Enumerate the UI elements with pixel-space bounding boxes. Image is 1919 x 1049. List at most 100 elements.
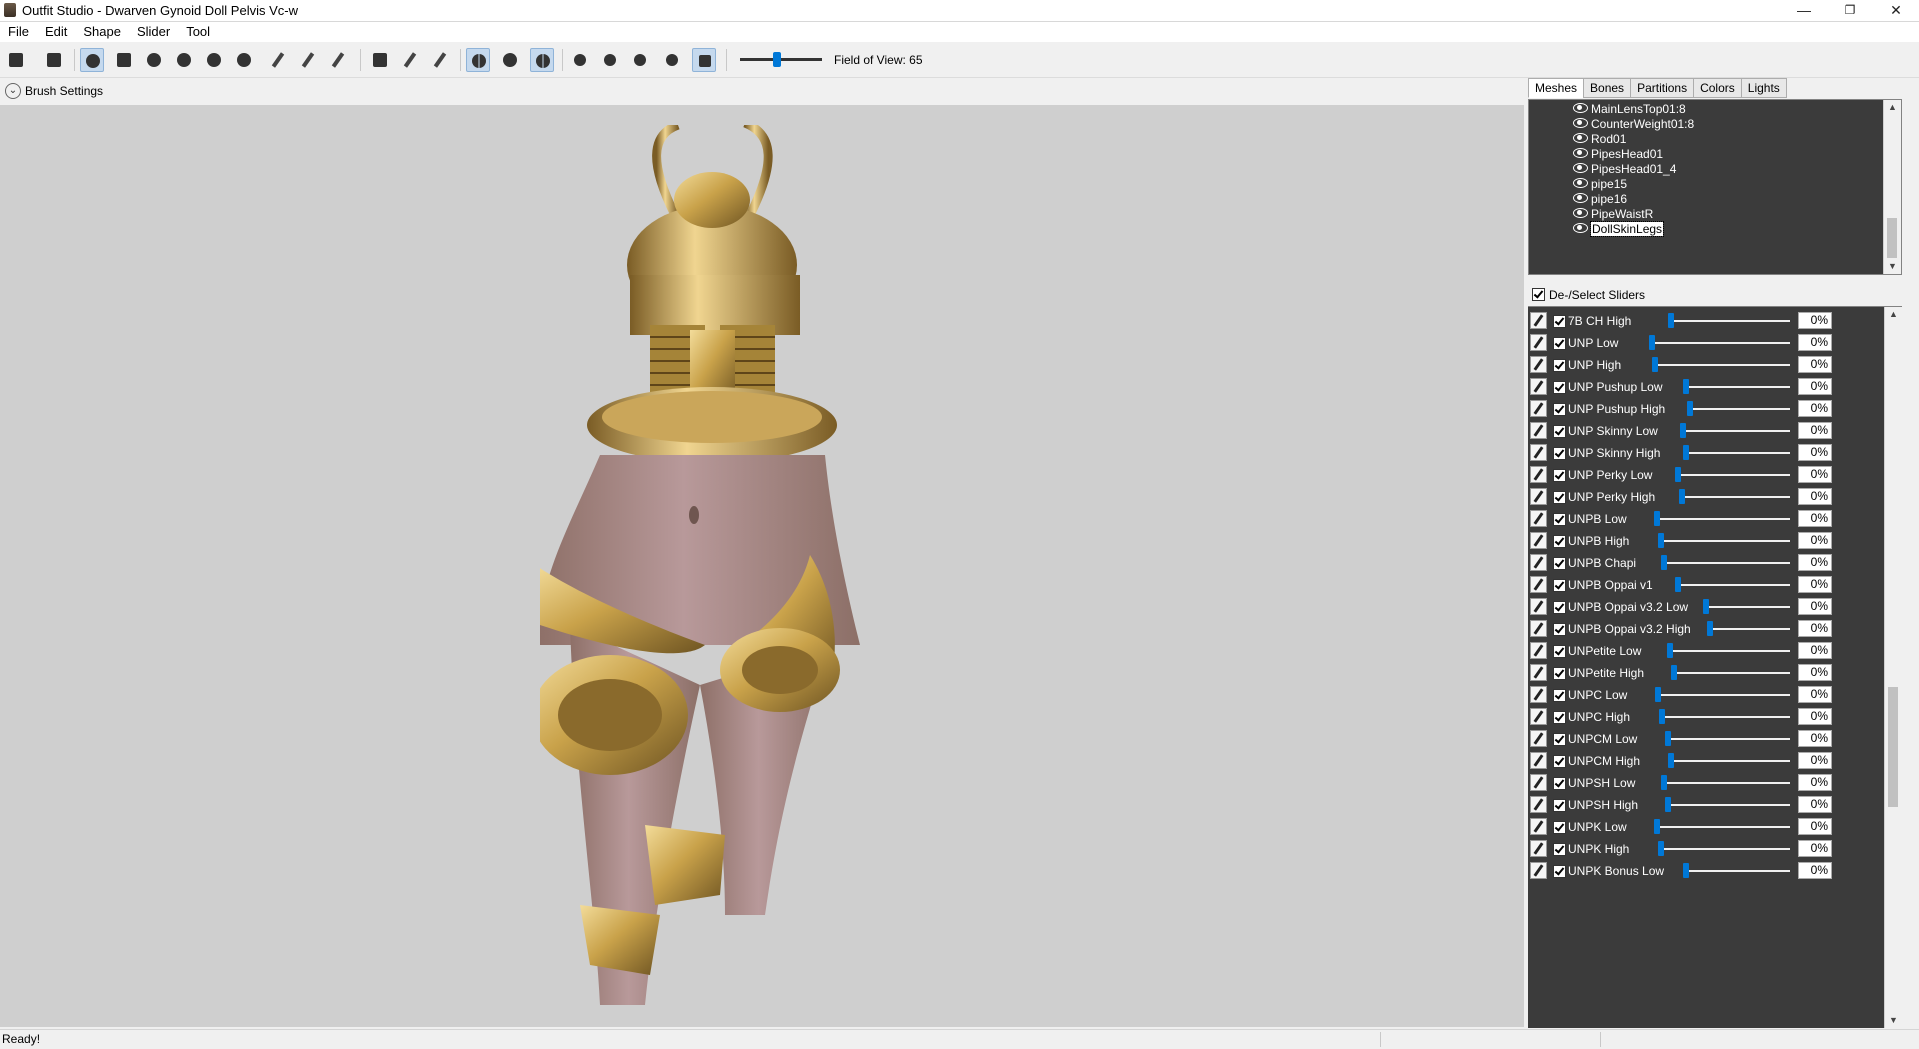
eye-icon[interactable] — [1573, 133, 1588, 143]
slider-thumb[interactable] — [1668, 313, 1674, 328]
slider-thumb[interactable] — [1658, 841, 1664, 856]
slider-track[interactable] — [1686, 870, 1790, 872]
slider-checkbox[interactable] — [1553, 601, 1566, 614]
edit-slider-icon[interactable] — [1530, 598, 1547, 615]
slider-value-field[interactable]: 0% — [1798, 576, 1832, 593]
fov-slider-track[interactable] — [740, 58, 822, 61]
slider-track[interactable] — [1706, 606, 1790, 608]
pin-tool-icon[interactable] — [398, 48, 422, 72]
slider-thumb[interactable] — [1683, 863, 1689, 878]
slider-checkbox[interactable] — [1553, 777, 1566, 790]
edit-slider-icon[interactable] — [1530, 576, 1547, 593]
edit-slider-icon[interactable] — [1530, 378, 1547, 395]
edit-slider-icon[interactable] — [1530, 818, 1547, 835]
slider-thumb[interactable] — [1649, 335, 1655, 350]
slider-value-field[interactable]: 0% — [1798, 664, 1832, 681]
global-brush-icon[interactable] — [530, 48, 554, 72]
eye-icon[interactable] — [1573, 223, 1588, 233]
slider-checkbox[interactable] — [1553, 755, 1566, 768]
slider-track[interactable] — [1664, 782, 1790, 784]
slider-checkbox[interactable] — [1553, 733, 1566, 746]
brush-settings-label[interactable]: Brush Settings — [25, 84, 103, 98]
slider-thumb[interactable] — [1683, 445, 1689, 460]
fov-slider-thumb[interactable] — [773, 52, 781, 67]
minimize-button[interactable]: — — [1781, 0, 1827, 21]
edit-slider-icon[interactable] — [1530, 664, 1547, 681]
menu-shape[interactable]: Shape — [75, 22, 129, 42]
weight-brush-icon[interactable] — [266, 48, 290, 72]
slider-thumb[interactable] — [1661, 775, 1667, 790]
slider-checkbox[interactable] — [1553, 645, 1566, 658]
slider-thumb[interactable] — [1679, 489, 1685, 504]
slider-value-field[interactable]: 0% — [1798, 774, 1832, 791]
scroll-up-icon[interactable]: ▲ — [1885, 307, 1902, 322]
list-item-selected[interactable]: DollSkinLegs — [1573, 221, 1665, 239]
edit-slider-icon[interactable] — [1530, 642, 1547, 659]
eye-icon[interactable] — [1573, 148, 1588, 158]
slider-thumb[interactable] — [1668, 753, 1674, 768]
edit-slider-icon[interactable] — [1530, 532, 1547, 549]
eye-icon[interactable] — [1573, 193, 1588, 203]
slider-track[interactable] — [1657, 826, 1790, 828]
edit-slider-icon[interactable] — [1530, 774, 1547, 791]
mask-visibility-icon[interactable] — [660, 48, 684, 72]
close-button[interactable]: ✕ — [1873, 0, 1919, 21]
slider-track[interactable] — [1661, 540, 1790, 542]
eye-icon[interactable] — [1573, 208, 1588, 218]
slider-track[interactable] — [1670, 650, 1790, 652]
slider-track[interactable] — [1662, 716, 1790, 718]
slider-thumb[interactable] — [1652, 357, 1658, 372]
slider-list-scrollbar[interactable]: ▲ ▼ — [1884, 307, 1902, 1028]
slider-thumb[interactable] — [1703, 599, 1709, 614]
slider-checkbox[interactable] — [1553, 381, 1566, 394]
transform-tool-icon[interactable] — [42, 48, 66, 72]
slider-checkbox[interactable] — [1553, 491, 1566, 504]
undiff-brush-icon[interactable] — [232, 48, 256, 72]
slider-value-field[interactable]: 0% — [1798, 796, 1832, 813]
edit-slider-icon[interactable] — [1530, 620, 1547, 637]
eye-icon[interactable] — [1573, 163, 1588, 173]
inflate-brush-icon[interactable] — [80, 48, 104, 72]
tab-partitions[interactable]: Partitions — [1630, 78, 1695, 98]
edit-slider-icon[interactable] — [1530, 466, 1547, 483]
slider-thumb[interactable] — [1683, 379, 1689, 394]
slider-track[interactable] — [1678, 474, 1790, 476]
slider-thumb[interactable] — [1654, 819, 1660, 834]
smooth-brush-icon[interactable] — [172, 48, 196, 72]
edit-slider-icon[interactable] — [1530, 554, 1547, 571]
slider-thumb[interactable] — [1658, 533, 1664, 548]
x-mirror-icon[interactable] — [466, 48, 490, 72]
slider-checkbox[interactable] — [1553, 711, 1566, 724]
slider-thumb[interactable] — [1680, 423, 1686, 438]
slider-checkbox[interactable] — [1553, 403, 1566, 416]
slider-value-field[interactable]: 0% — [1798, 488, 1832, 505]
move-brush-icon[interactable] — [202, 48, 226, 72]
vertex-edit-icon[interactable] — [428, 48, 452, 72]
eye-icon[interactable] — [1573, 103, 1588, 113]
edit-slider-icon[interactable] — [1530, 840, 1547, 857]
edit-slider-icon[interactable] — [1530, 686, 1547, 703]
select-tool-icon[interactable] — [4, 48, 28, 72]
slider-value-field[interactable]: 0% — [1798, 444, 1832, 461]
edit-slider-icon[interactable] — [1530, 422, 1547, 439]
slider-value-field[interactable]: 0% — [1798, 356, 1832, 373]
slider-checkbox[interactable] — [1553, 359, 1566, 372]
slider-track[interactable] — [1661, 848, 1790, 850]
slider-value-field[interactable]: 0% — [1798, 730, 1832, 747]
slider-track[interactable] — [1671, 760, 1790, 762]
edit-slider-icon[interactable] — [1530, 796, 1547, 813]
mesh-list-scrollbar[interactable]: ▲ ▼ — [1883, 100, 1901, 274]
deflate-brush-icon[interactable] — [142, 48, 166, 72]
scroll-thumb[interactable] — [1888, 687, 1898, 807]
cube-view-icon[interactable] — [692, 48, 716, 72]
slider-value-field[interactable]: 0% — [1798, 466, 1832, 483]
edit-slider-icon[interactable] — [1530, 444, 1547, 461]
slider-value-field[interactable]: 0% — [1798, 400, 1832, 417]
slider-value-field[interactable]: 0% — [1798, 686, 1832, 703]
texture-toggle-icon[interactable] — [628, 48, 652, 72]
eye-icon[interactable] — [1573, 178, 1588, 188]
slider-value-field[interactable]: 0% — [1798, 642, 1832, 659]
slider-checkbox[interactable] — [1553, 315, 1566, 328]
scroll-down-icon[interactable]: ▼ — [1884, 259, 1901, 274]
slider-value-field[interactable]: 0% — [1798, 532, 1832, 549]
